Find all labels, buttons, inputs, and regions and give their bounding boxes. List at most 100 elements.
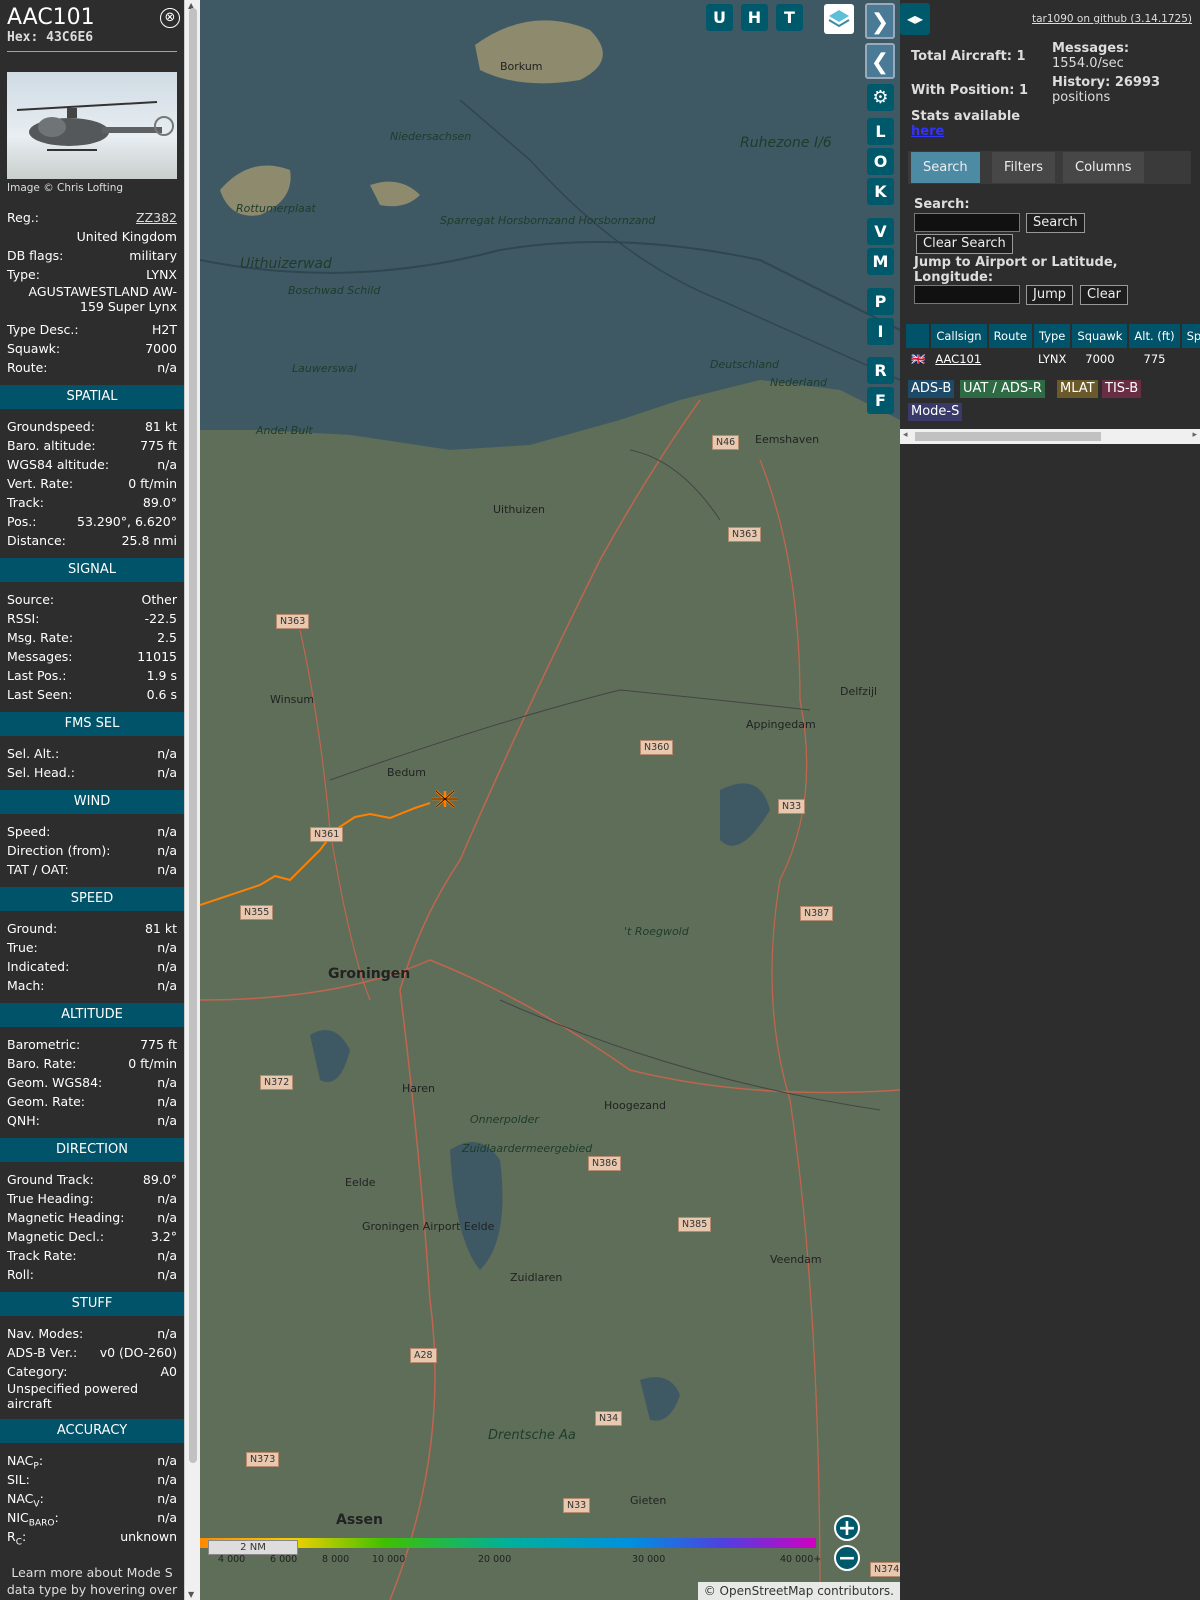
label-colon: : — [38, 1453, 44, 1468]
stats-link[interactable]: here — [911, 124, 944, 139]
map-button-k[interactable]: K — [867, 178, 894, 205]
table-hscrollbar[interactable]: ◂ ▸ — [900, 429, 1200, 444]
prev-button[interactable]: ❮ — [865, 43, 895, 79]
map-button-m[interactable]: M — [867, 248, 894, 275]
info-value: 89.0° — [142, 495, 177, 510]
map-button-p[interactable]: P — [867, 288, 894, 315]
tab-search[interactable]: Search — [911, 152, 980, 183]
scroll-left-icon[interactable]: ◂ — [903, 430, 908, 440]
road-number: N363 — [728, 527, 762, 542]
section-signal: SIGNAL — [0, 558, 184, 582]
info-label: Baro. Rate: — [7, 1056, 77, 1071]
accuracy-list: NACP: n/a SIL: n/a NACV: n/a NICBARO: n/a RC: unk… — [0, 1451, 184, 1548]
column-header[interactable]: Route — [987, 324, 1034, 348]
place-label: Sparregat Horsbornzand Horsbornzand — [440, 214, 656, 227]
info-value: n/a — [157, 1326, 177, 1341]
map-view[interactable]: Borkum Rottumerplaat Uithuizerwad Boschwad … — [200, 0, 900, 1600]
altitude-list: Barometric: 775 ft Baro. Rate: 0 ft/min Geom… — [0, 1035, 184, 1130]
registration-link[interactable]: ZZ382 — [136, 208, 177, 227]
aircraft-photo[interactable] — [7, 72, 177, 179]
map-button-o[interactable]: O — [867, 148, 894, 175]
place-label: Onnerpolder — [470, 1113, 539, 1126]
info-row: Magnetic Heading: n/a — [0, 1208, 184, 1227]
search-input[interactable] — [914, 213, 1020, 232]
column-header[interactable]: Type — [1032, 324, 1073, 348]
altitude-legend-label: 20 000 — [478, 1554, 512, 1565]
info-label: Messages: — [7, 649, 73, 664]
tab-filters[interactable]: Filters — [992, 152, 1055, 183]
scrollbar-thumb[interactable] — [189, 8, 197, 1463]
clear-button[interactable]: Clear — [1080, 285, 1128, 305]
info-row: Track Rate: n/a — [0, 1246, 184, 1265]
column-header[interactable]: Spd. — [1180, 324, 1200, 348]
info-label: Magnetic Heading: — [7, 1210, 125, 1225]
map-button-l[interactable]: L — [867, 118, 894, 145]
jump-input[interactable] — [914, 285, 1020, 304]
info-value: 775 ft — [140, 438, 177, 453]
sidebar-scrollbar[interactable]: ▲ ▼ — [184, 0, 200, 1600]
footer-note: Learn more about Mode S data type by hov… — [6, 1565, 178, 1600]
layer-button-h[interactable]: H — [741, 4, 768, 31]
label-colon: : — [54, 1510, 59, 1525]
table-row[interactable]: 🇬🇧 AAC101 LYNX 7000 775 — [906, 348, 1200, 370]
column-header[interactable]: Squawk — [1071, 324, 1130, 348]
jump-button[interactable]: Jump — [1026, 285, 1073, 305]
place-label: Rottumerplaat — [236, 202, 316, 215]
column-header[interactable]: Alt. (ft) — [1128, 324, 1182, 348]
map-button-r[interactable]: R — [867, 357, 894, 384]
info-value: n/a — [157, 1453, 177, 1468]
tab-columns[interactable]: Columns — [1063, 152, 1144, 183]
search-button[interactable]: Search — [1026, 213, 1085, 233]
hscrollbar-thumb[interactable] — [915, 432, 1101, 441]
map-attribution[interactable]: © OpenStreetMap contributors. — [697, 1582, 900, 1600]
column-header[interactable]: Callsign — [930, 324, 989, 348]
info-row: Indicated: n/a — [0, 957, 184, 976]
info-value: n/a — [157, 843, 177, 858]
info-row: Type: LYNX — [7, 267, 177, 282]
scroll-down-icon[interactable]: ▼ — [188, 1590, 194, 1599]
section-stuff: STUFF — [0, 1292, 184, 1316]
aircraft-icon[interactable] — [430, 788, 460, 810]
zoom-out-button[interactable]: − — [834, 1545, 860, 1571]
label-text: NIC — [7, 1510, 29, 1525]
info-value: 0.6 s — [146, 687, 177, 702]
info-row: Groundspeed: 81 kt — [0, 417, 184, 436]
info-label: True Heading: — [7, 1191, 94, 1206]
scroll-right-icon[interactable]: ▸ — [1192, 430, 1197, 440]
messages-stat: Messages: 1554.0/sec — [1052, 41, 1130, 71]
clear-search-button[interactable]: Clear Search — [916, 234, 1013, 254]
info-label: Category: — [7, 1364, 68, 1379]
info-label: True: — [7, 940, 38, 955]
info-row: Last Seen: 0.6 s — [0, 685, 184, 704]
toggle-sidebar-button[interactable]: ◂▸ — [900, 3, 930, 35]
info-value: n/a — [157, 1248, 177, 1263]
info-value: 775 ft — [140, 1037, 177, 1052]
place-label: Lauwerswal — [292, 362, 357, 375]
next-button[interactable]: ❯ — [865, 3, 895, 39]
info-label: Ground Track: — [7, 1172, 94, 1187]
info-value: Other — [141, 592, 178, 607]
place-label: 't Roegwold — [624, 925, 689, 938]
settings-icon[interactable]: ⚙ — [867, 84, 894, 111]
info-row: QNH: n/a — [0, 1111, 184, 1130]
info-value: n/a — [157, 1210, 177, 1225]
section-altitude: ALTITUDE — [0, 1003, 184, 1027]
cell-callsign[interactable]: AAC101 — [930, 348, 987, 370]
github-link[interactable]: tar1090 on github (3.14.1725) — [1032, 13, 1192, 25]
info-label: NICBARO: — [7, 1508, 59, 1529]
layers-icon[interactable] — [824, 4, 854, 34]
map-button-f[interactable]: F — [867, 387, 894, 414]
place-label: Veendam — [770, 1253, 822, 1266]
place-label: Niedersachsen — [390, 130, 472, 143]
place-label: Delfzijl — [840, 685, 878, 698]
layer-button-t[interactable]: T — [776, 4, 803, 31]
info-label: Last Seen: — [7, 687, 73, 702]
zoom-in-button[interactable]: + — [834, 1515, 860, 1541]
layer-button-u[interactable]: U — [706, 4, 733, 31]
info-label: QNH: — [7, 1113, 40, 1128]
info-label: Barometric: — [7, 1037, 81, 1052]
close-icon[interactable]: ⊗ — [160, 8, 180, 28]
column-header[interactable] — [906, 324, 932, 348]
map-button-v[interactable]: V — [867, 218, 894, 245]
map-button-i[interactable]: I — [867, 318, 894, 345]
